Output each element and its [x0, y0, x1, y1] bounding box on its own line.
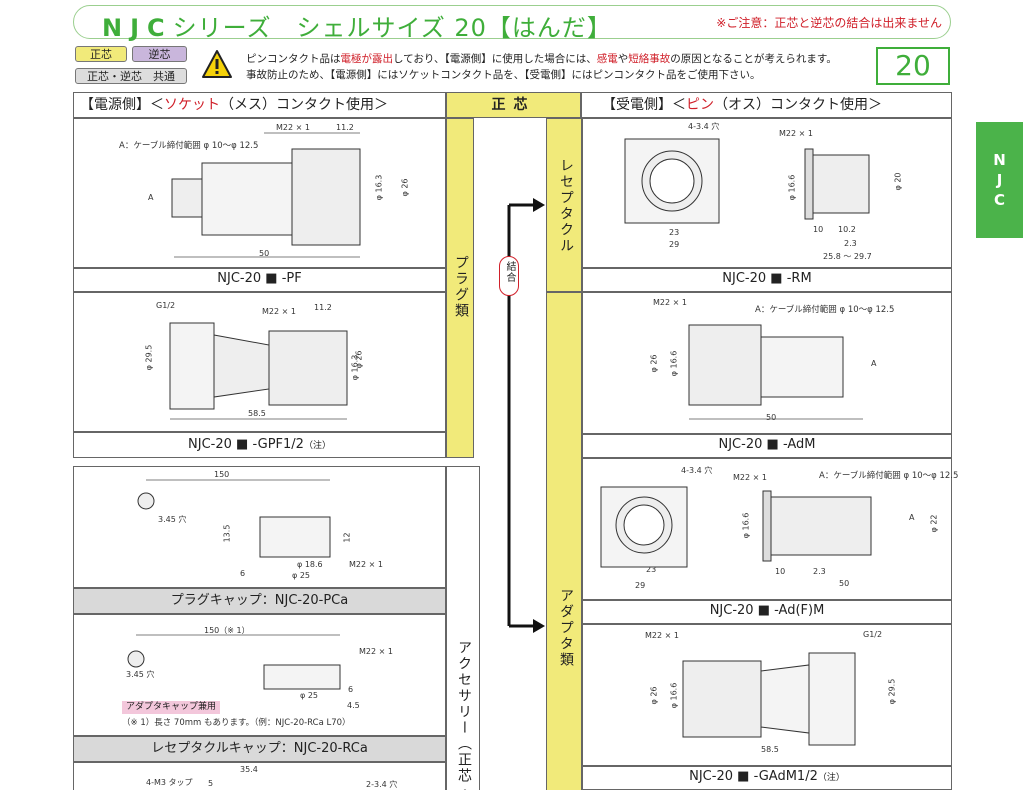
caption-adm: NJC-20 ■ -AdM [582, 434, 952, 458]
receptacle-rm-drawing [624, 138, 870, 224]
caption-adfm: NJC-20 ■ -Ad(F)M [582, 600, 952, 624]
drawing-adfm: 4-3.4 穴 M22 × 1 A：ケーブル締付範囲 φ 10～φ 12.5 2… [582, 458, 958, 600]
drawing-gadm: M22 × 1 G1/2 φ 26 φ 16.6 φ 29.5 58.5 [582, 624, 952, 766]
caption-rm: NJC-20 ■ -RM [582, 268, 952, 292]
label-adaptor: アダプタ類 [558, 588, 574, 668]
drawing-rm: 4-3.4 穴 M22 × 1 23 29 φ 16.6 φ 20 10 10.… [582, 118, 952, 268]
adaptor-band [546, 292, 582, 790]
caption-gadm: NJC-20 ■ -GAdM1/2（注） [582, 766, 952, 790]
adaptor-adfm-drawing [600, 486, 872, 568]
adaptor-adm-drawing [688, 324, 863, 420]
adaptor-gadm-drawing [682, 652, 856, 746]
label-receptacle: レセプタクル [558, 158, 574, 254]
drawing-adm: M22 × 1 A：ケーブル締付範囲 φ 10～φ 12.5 φ 26 φ 16… [582, 292, 952, 434]
label-connect: 結合 [504, 261, 515, 283]
